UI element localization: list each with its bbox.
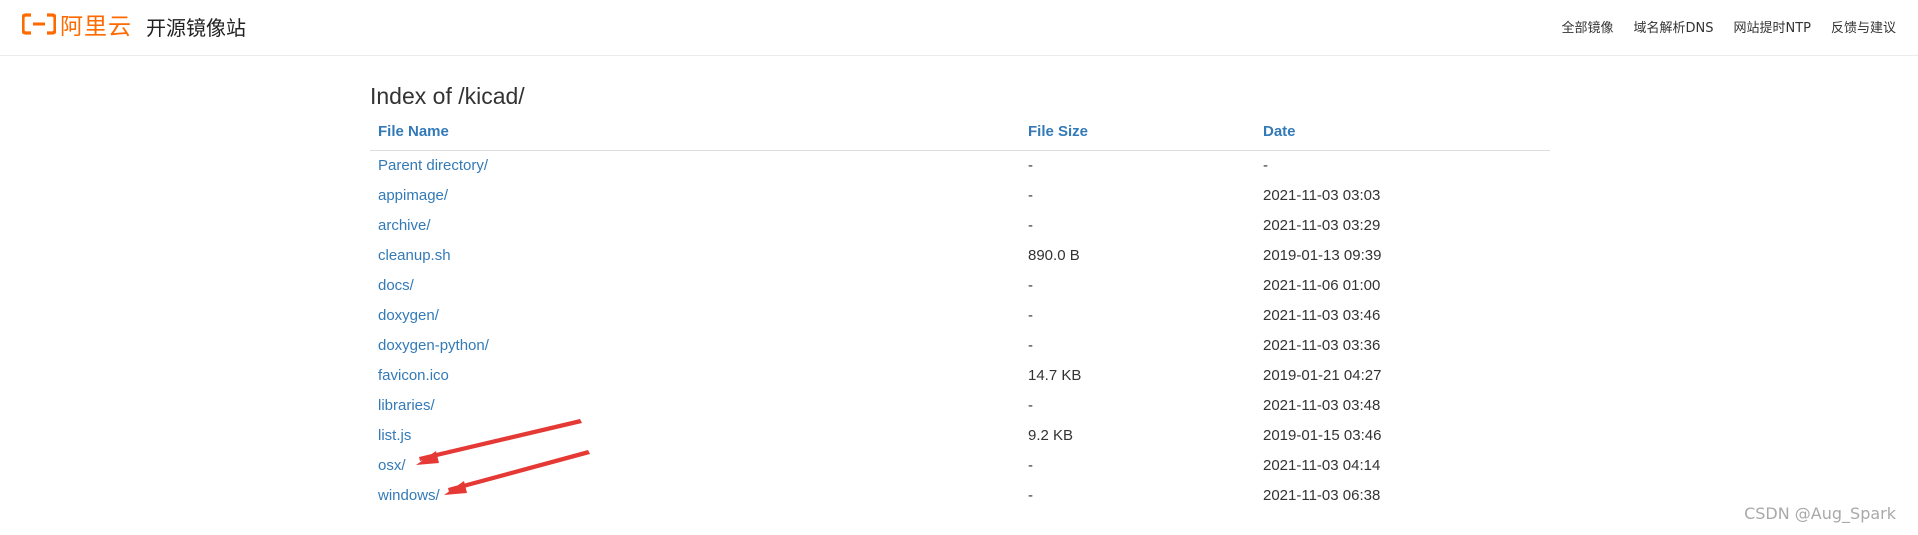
file-size: -: [1028, 336, 1033, 354]
table-row: docs/ - 2021-11-06 01:00: [370, 270, 1550, 300]
file-size: -: [1028, 396, 1033, 414]
column-header-file-size[interactable]: File Size: [1020, 114, 1255, 151]
file-size: 14.7 KB: [1028, 366, 1082, 384]
file-link[interactable]: Parent directory/: [378, 157, 488, 174]
table-row: osx/ - 2021-11-03 04:14: [370, 450, 1550, 480]
nav-all-mirrors[interactable]: 全部镜像: [1561, 17, 1613, 36]
table-row: Parent directory/ - -: [370, 150, 1550, 180]
file-date: 2019-01-15 03:46: [1263, 426, 1382, 444]
file-date: 2021-11-03 03:29: [1263, 216, 1381, 234]
file-size: -: [1028, 456, 1033, 474]
column-header-file-name[interactable]: File Name: [370, 114, 1020, 151]
file-size: -: [1028, 306, 1033, 324]
column-header-date[interactable]: Date: [1255, 114, 1550, 151]
file-link[interactable]: list.js: [378, 427, 411, 444]
file-link[interactable]: doxygen/: [378, 307, 439, 324]
file-link[interactable]: archive/: [378, 217, 431, 234]
main-content: Index of /kicad/ File Name File Size Dat…: [370, 78, 1550, 510]
file-size: -: [1028, 216, 1033, 234]
file-date: 2021-11-03 03:48: [1263, 396, 1381, 414]
file-size: 9.2 KB: [1028, 426, 1074, 444]
file-listing-table: File Name File Size Date Parent director…: [370, 114, 1550, 510]
table-row: list.js 9.2 KB 2019-01-15 03:46: [370, 420, 1550, 450]
file-size: -: [1028, 276, 1033, 294]
file-size: 890.0 B: [1028, 246, 1080, 264]
csdn-watermark: CSDN @Aug_Spark: [1744, 504, 1896, 523]
aliyun-logo-icon: [22, 13, 56, 35]
nav-dns[interactable]: 域名解析DNS: [1633, 17, 1713, 36]
file-date: -: [1263, 156, 1268, 174]
file-link[interactable]: libraries/: [378, 397, 435, 414]
nav-feedback[interactable]: 反馈与建议: [1831, 17, 1896, 36]
table-row: archive/ - 2021-11-03 03:29: [370, 210, 1550, 240]
table-row: libraries/ - 2021-11-03 03:48: [370, 390, 1550, 420]
header-nav: 全部镜像 域名解析DNS 网站提时NTP 反馈与建议: [1561, 17, 1896, 36]
file-date: 2021-11-03 03:36: [1263, 336, 1381, 354]
file-link[interactable]: cleanup.sh: [378, 247, 451, 264]
file-date: 2021-11-03 03:46: [1263, 306, 1381, 324]
file-link[interactable]: favicon.ico: [378, 367, 449, 384]
file-link[interactable]: appimage/: [378, 187, 448, 204]
file-date: 2021-11-03 04:14: [1263, 456, 1381, 474]
table-row: doxygen-python/ - 2021-11-03 03:36: [370, 330, 1550, 360]
table-header-row: File Name File Size Date: [370, 114, 1550, 151]
table-row: doxygen/ - 2021-11-03 03:46: [370, 300, 1550, 330]
brand-name: 阿里云: [60, 14, 132, 40]
file-link[interactable]: doxygen-python/: [378, 337, 489, 354]
aliyun-logo[interactable]: 阿里云: [22, 10, 132, 40]
file-size: -: [1028, 186, 1033, 204]
file-size: -: [1028, 156, 1033, 174]
page-title: Index of /kicad/: [370, 83, 525, 109]
table-row: cleanup.sh 890.0 B 2019-01-13 09:39: [370, 240, 1550, 270]
file-link[interactable]: docs/: [378, 277, 414, 294]
file-date: 2019-01-13 09:39: [1263, 246, 1382, 264]
top-navigation-bar: 阿里云 开源镜像站 全部镜像 域名解析DNS 网站提时NTP 反馈与建议: [0, 0, 1918, 56]
table-row: windows/ - 2021-11-03 06:38: [370, 480, 1550, 510]
nav-ntp[interactable]: 网站提时NTP: [1733, 17, 1811, 36]
site-title: 开源镜像站: [146, 16, 246, 40]
file-date: 2021-11-03 03:03: [1263, 186, 1381, 204]
file-date: 2021-11-03 06:38: [1263, 486, 1381, 504]
file-link-windows[interactable]: windows/: [378, 487, 440, 504]
file-link-osx[interactable]: osx/: [378, 457, 406, 474]
table-row: favicon.ico 14.7 KB 2019-01-21 04:27: [370, 360, 1550, 390]
table-row: appimage/ - 2021-11-03 03:03: [370, 180, 1550, 210]
file-date: 2021-11-06 01:00: [1263, 276, 1381, 294]
file-date: 2019-01-21 04:27: [1263, 366, 1382, 384]
file-size: -: [1028, 486, 1033, 504]
